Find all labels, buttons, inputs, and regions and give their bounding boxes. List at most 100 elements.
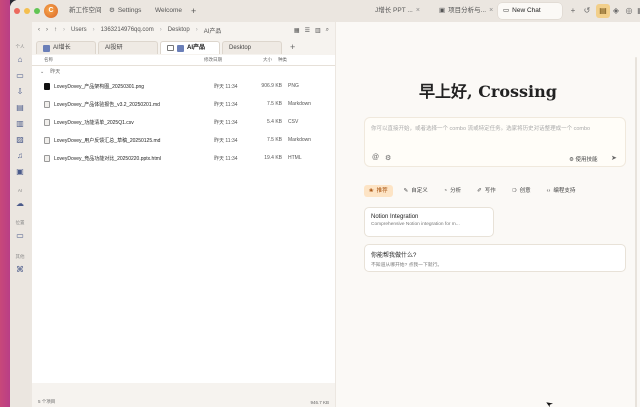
- chip-writing[interactable]: ✐ 写作: [472, 185, 501, 197]
- apps-icon[interactable]: ▥: [14, 118, 26, 130]
- forward-icon[interactable]: ›: [46, 27, 48, 33]
- folder-tab-label: AI增长: [53, 44, 71, 51]
- cube-icon[interactable]: ◈: [609, 4, 623, 18]
- at-icon[interactable]: @: [372, 154, 379, 161]
- add-folder-tab-button[interactable]: +: [284, 41, 301, 54]
- folder-tab[interactable]: AI投研: [98, 41, 158, 54]
- chip-label: 创意: [519, 188, 531, 194]
- chip-creative[interactable]: ❍ 创意: [507, 185, 536, 197]
- breadcrumb-item[interactable]: AI产品: [204, 26, 222, 35]
- document-icon[interactable]: ▤: [14, 102, 26, 114]
- ai-folder-icon: [177, 44, 184, 52]
- breadcrumb-item[interactable]: Desktop: [168, 27, 190, 33]
- settings-icon[interactable]: ⚙: [385, 154, 391, 162]
- use-skill-button[interactable]: ⚙ 使用技能: [569, 155, 597, 163]
- file-kind: Markdown: [288, 137, 312, 143]
- download-icon[interactable]: ⇩: [14, 86, 26, 98]
- workspace-avatar[interactable]: C: [44, 4, 58, 18]
- folder-tab[interactable]: AI增长: [36, 41, 96, 54]
- folder-icon[interactable]: ▤: [596, 4, 610, 18]
- close-icon[interactable]: ×: [489, 3, 493, 19]
- file-name: LoveyDovey_产品架构图_20250301.png: [54, 83, 145, 90]
- view-column-icon[interactable]: ▥: [315, 27, 321, 34]
- chip-analysis[interactable]: ◔ 分析: [439, 185, 466, 197]
- file-name: LoveyDovey_功能清单_2025Q1.csv: [54, 119, 134, 126]
- app-window: C 新工作空间 ⚙ Settings Welcome + J增长 PPT ...…: [10, 0, 640, 407]
- chevron-down-icon: ⌄: [40, 68, 45, 75]
- table-row[interactable]: LoveyDovey_产品架构图_20250301.png 昨天 11:34 9…: [32, 77, 335, 95]
- view-grid-icon[interactable]: ▦: [294, 27, 300, 34]
- chip-label: 推荐: [376, 188, 388, 194]
- rail-section-other: 其他: [15, 254, 25, 259]
- close-window-button[interactable]: [14, 8, 20, 14]
- chat-input[interactable]: 你可以直接开始，或者选择一个 combo 流或特定任务。选家将历史对话整理成一个…: [364, 117, 626, 167]
- folder-tabs: AI增长 AI投研 AI产品 Desktop +: [32, 40, 335, 54]
- column-date[interactable]: 修改日期: [204, 57, 248, 63]
- folder-tab-label: AI投研: [105, 44, 123, 51]
- grid-icon[interactable]: ▦: [634, 4, 640, 18]
- tab-workspace[interactable]: 新工作空间: [64, 3, 107, 19]
- file-size: 7.5 KB: [266, 137, 282, 143]
- breadcrumb-item[interactable]: 1363214976qq.com: [101, 27, 154, 33]
- image-file-icon: [44, 82, 50, 90]
- table-row[interactable]: LoveyDovey_用户反馈汇总_草稿_20250125.md 昨天 11:3…: [32, 131, 335, 149]
- history-icon[interactable]: ↺: [580, 4, 594, 18]
- disk-icon[interactable]: ▭: [14, 230, 26, 242]
- greeting-title: 早上好, Crossing: [419, 82, 557, 101]
- plus-icon[interactable]: +: [566, 4, 580, 18]
- table-row[interactable]: LoveyDovey_功能清单_2025Q1.csv 昨天 11:34 5.4 …: [32, 113, 335, 131]
- tab-ppt-label: J增长 PPT ...: [375, 7, 413, 14]
- file-date: 昨天 11:34: [214, 101, 238, 108]
- file-name: LoveyDovey_用户反馈汇总_草稿_20250125.md: [54, 137, 161, 144]
- file-list: LoveyDovey_产品架构图_20250301.png 昨天 11:34 9…: [32, 77, 335, 383]
- group-header[interactable]: ⌄ 昨天: [32, 66, 335, 77]
- up-icon[interactable]: ↑: [54, 27, 57, 33]
- ai-folder-icon: [43, 44, 50, 52]
- back-icon[interactable]: ‹: [38, 27, 40, 33]
- send-icon[interactable]: ➤: [611, 154, 617, 162]
- view-list-icon[interactable]: ☰: [305, 27, 310, 34]
- chip-coding[interactable]: ‹› 编程支持: [542, 185, 581, 197]
- music-icon[interactable]: ♫: [14, 150, 26, 162]
- tab-new-chat-label: New Chat: [512, 7, 541, 14]
- tab-ppt[interactable]: J增长 PPT ... ×: [370, 3, 425, 19]
- desktop-icon[interactable]: ▭: [14, 70, 26, 82]
- window-controls: [14, 8, 40, 14]
- column-size[interactable]: 大小: [248, 57, 278, 63]
- table-row[interactable]: LoveyDovey_竞品功能对比_20250220.pptx.html 昨天 …: [32, 149, 335, 167]
- tab-welcome[interactable]: Welcome: [150, 3, 187, 19]
- item-count: 5 个项目: [38, 399, 56, 404]
- folder-tab[interactable]: AI产品: [160, 41, 220, 54]
- scrollbar[interactable]: [635, 57, 637, 407]
- minimize-window-button[interactable]: [24, 8, 30, 14]
- video-icon[interactable]: ▣: [14, 166, 26, 178]
- zoom-window-button[interactable]: [34, 8, 40, 14]
- chip-custom[interactable]: ✎ 自定义: [399, 185, 433, 197]
- code-icon: ‹›: [546, 188, 551, 194]
- tab-settings[interactable]: ⚙ Settings: [104, 3, 146, 19]
- search-icon[interactable]: ⌕: [326, 27, 329, 34]
- cloud-icon[interactable]: ☁: [14, 198, 26, 210]
- chat-input-placeholder: 你可以直接开始，或者选择一个 combo 流或特定任务。选家将历史对话整理成一个…: [371, 126, 591, 132]
- file-icon: [44, 118, 50, 126]
- column-kind[interactable]: 种类: [278, 57, 318, 63]
- file-size: 7.5 KB: [266, 101, 282, 107]
- suggestion-card-notion[interactable]: Notion Integration Comprehensive Notion …: [364, 207, 494, 237]
- breadcrumb-item[interactable]: Users: [71, 27, 87, 33]
- chip-recommend[interactable]: ❀ 推荐: [364, 185, 393, 197]
- close-icon[interactable]: ×: [416, 3, 420, 19]
- status-bar: 5 个项目 946.7 KB: [32, 397, 335, 407]
- suggestion-card-help[interactable]: 你能帮我做什么? 不知道从哪开始? 点我一下就行。: [364, 244, 626, 272]
- tab-analysis[interactable]: ▣ 项目分析与... ×: [434, 3, 498, 19]
- home-icon[interactable]: ⌂: [14, 54, 26, 66]
- group-label: 昨天: [50, 69, 61, 75]
- card-desc: Comprehensive Notion integration for m..…: [371, 222, 460, 227]
- new-tab-button[interactable]: +: [186, 3, 201, 19]
- file-icon: [44, 136, 50, 144]
- column-name[interactable]: 名称: [32, 57, 204, 63]
- image-icon[interactable]: ▨: [14, 134, 26, 146]
- tab-new-chat[interactable]: ▭ New Chat: [498, 3, 562, 19]
- folder-tab[interactable]: Desktop: [222, 41, 282, 54]
- table-row[interactable]: LoveyDovey_产品体验报告_v3.2_20250201.md 昨天 11…: [32, 95, 335, 113]
- network-icon[interactable]: ⌘: [14, 264, 26, 276]
